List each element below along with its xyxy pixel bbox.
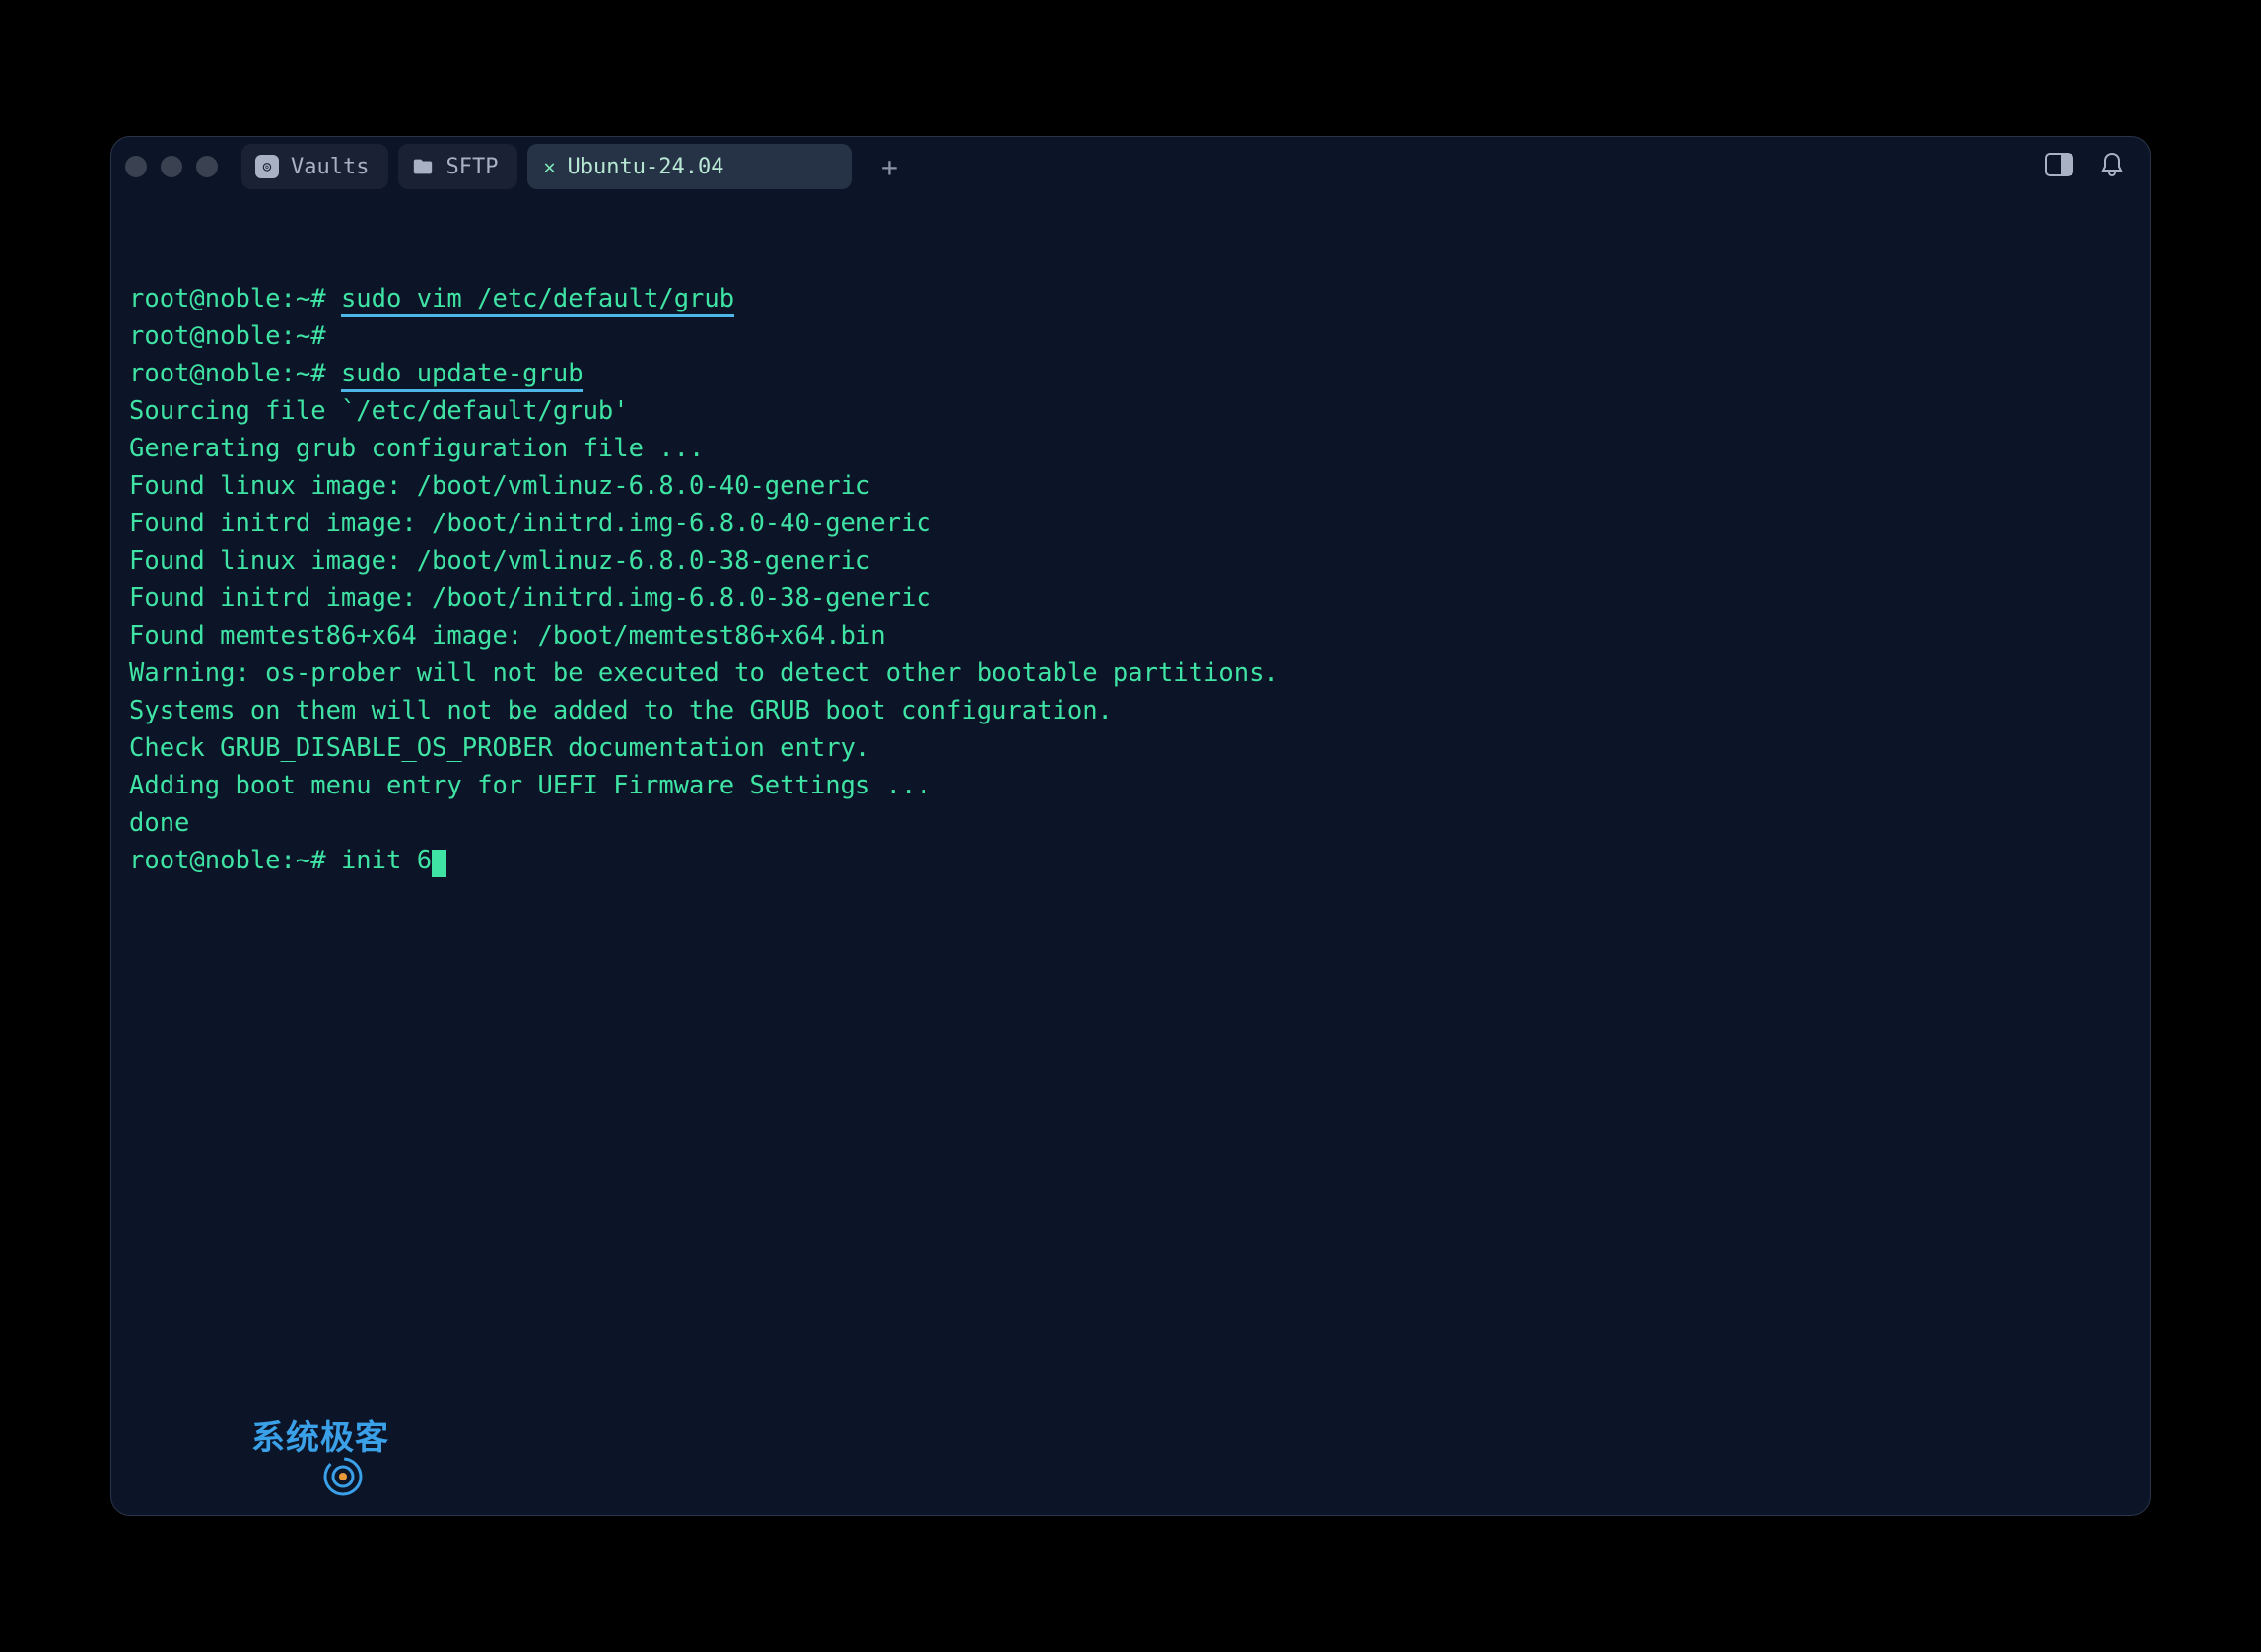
- shell-prompt: root@noble:~#: [129, 284, 341, 313]
- terminal-line: root@noble:~# init 6: [129, 843, 2132, 880]
- terminal-line: root@noble:~# sudo vim /etc/default/grub: [129, 281, 2132, 318]
- tab-bar: ◎ Vaults SFTP ✕ Ubuntu-24.04 +: [241, 144, 2035, 189]
- terminal-window: ◎ Vaults SFTP ✕ Ubuntu-24.04 +: [110, 136, 2151, 1516]
- tab-label: Ubuntu-24.04: [568, 155, 724, 179]
- notifications-icon[interactable]: [2100, 152, 2124, 181]
- tab-ubuntu[interactable]: ✕ Ubuntu-24.04: [527, 144, 852, 189]
- shell-prompt: root@noble:~#: [129, 846, 341, 875]
- vault-icon: ◎: [255, 155, 279, 178]
- minimize-window-button[interactable]: [161, 156, 182, 177]
- shell-prompt: root@noble:~#: [129, 359, 341, 388]
- terminal-line: root@noble:~# sudo update-grub: [129, 356, 2132, 393]
- terminal-line: root@noble:~#: [129, 318, 2132, 356]
- shell-prompt: root@noble:~#: [129, 321, 341, 351]
- terminal-line: Warning: os-prober will not be executed …: [129, 655, 2132, 693]
- close-tab-icon[interactable]: ✕: [543, 155, 555, 178]
- folder-icon: [412, 156, 434, 177]
- terminal-line: Generating grub configuration file ...: [129, 431, 2132, 468]
- maximize-window-button[interactable]: [196, 156, 218, 177]
- terminal-line: Check GRUB_DISABLE_OS_PROBER documentati…: [129, 730, 2132, 768]
- terminal-line: Sourcing file `/etc/default/grub': [129, 393, 2132, 431]
- tab-vaults[interactable]: ◎ Vaults: [241, 144, 388, 189]
- tab-label: Vaults: [291, 155, 369, 179]
- panel-toggle-icon[interactable]: [2045, 153, 2073, 180]
- titlebar: ◎ Vaults SFTP ✕ Ubuntu-24.04 +: [111, 137, 2150, 196]
- terminal-line: Found linux image: /boot/vmlinuz-6.8.0-4…: [129, 468, 2132, 506]
- shell-command: init 6: [341, 846, 432, 875]
- terminal-line: Adding boot menu entry for UEFI Firmware…: [129, 768, 2132, 805]
- watermark-logo-icon: [200, 1417, 243, 1461]
- shell-command: sudo update-grub: [341, 359, 583, 392]
- shell-command: sudo vim /etc/default/grub: [341, 284, 734, 317]
- terminal-line: Found linux image: /boot/vmlinuz-6.8.0-3…: [129, 543, 2132, 581]
- terminal-line: Systems on them will not be added to the…: [129, 693, 2132, 730]
- cursor: [432, 850, 446, 877]
- terminal-line: done: [129, 805, 2132, 843]
- close-window-button[interactable]: [125, 156, 147, 177]
- tab-label: SFTP: [445, 155, 498, 179]
- new-tab-button[interactable]: +: [869, 147, 909, 186]
- terminal-line: Found initrd image: /boot/initrd.img-6.8…: [129, 506, 2132, 543]
- tab-sftp[interactable]: SFTP: [398, 144, 517, 189]
- terminal-line: Found initrd image: /boot/initrd.img-6.8…: [129, 581, 2132, 618]
- window-controls: [125, 156, 218, 177]
- watermark: 系统极客: [200, 1413, 389, 1464]
- titlebar-actions: [2045, 152, 2124, 181]
- terminal-line: Found memtest86+x64 image: /boot/memtest…: [129, 618, 2132, 655]
- terminal-output[interactable]: root@noble:~# sudo vim /etc/default/grub…: [111, 196, 2150, 1515]
